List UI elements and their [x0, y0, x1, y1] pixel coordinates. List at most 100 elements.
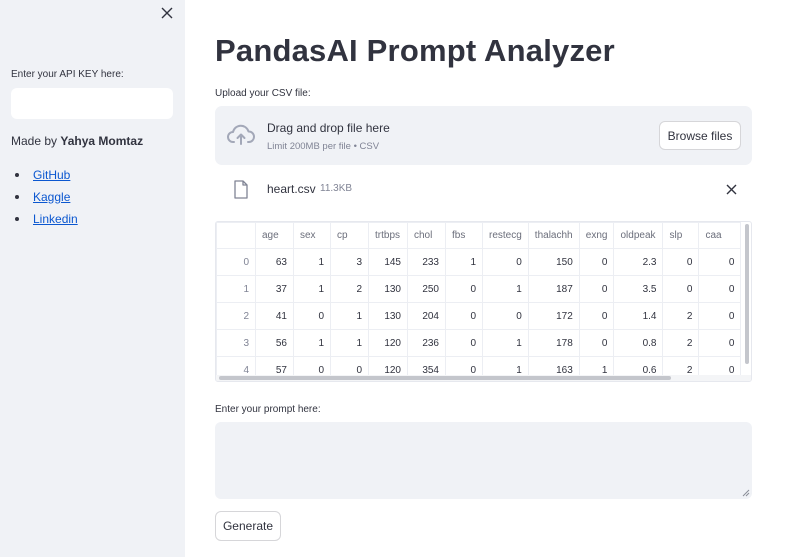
row-index: 2 [216, 302, 256, 330]
column-header[interactable]: exng [578, 222, 615, 249]
table-cell[interactable]: 130 [368, 275, 408, 303]
close-sidebar-button[interactable] [157, 3, 177, 23]
column-header[interactable]: thalachh [527, 222, 580, 249]
table-cell[interactable]: 130 [368, 302, 408, 330]
table-cell[interactable]: 172 [527, 302, 580, 330]
table-cell[interactable]: 3 [330, 248, 369, 276]
table-cell[interactable]: 233 [407, 248, 446, 276]
file-icon [234, 180, 248, 199]
api-key-label: Enter your API KEY here: [11, 69, 124, 80]
horizontal-scrollbar[interactable] [219, 376, 671, 380]
column-header[interactable]: fbs [445, 222, 483, 249]
linkedin-link[interactable]: Linkedin [33, 212, 78, 226]
table-cell[interactable]: 0 [482, 248, 529, 276]
prompt-textarea[interactable] [215, 422, 752, 499]
file-name: heart.csv [267, 182, 316, 196]
table-cell[interactable]: 1 [482, 329, 529, 357]
list-item: Kaggle [15, 186, 78, 208]
table-cell[interactable]: 2.3 [613, 248, 664, 276]
table-cell[interactable]: 1 [330, 302, 369, 330]
table-cell[interactable]: 0 [445, 329, 483, 357]
table-row: 3 56 1 1 120 236 0 1 178 0 0.8 2 0 [216, 329, 742, 357]
column-header[interactable]: trtbps [368, 222, 408, 249]
table-cell[interactable]: 187 [527, 275, 580, 303]
table-cell[interactable]: 2 [662, 302, 700, 330]
table-cell[interactable]: 0.8 [613, 329, 664, 357]
uploaded-file: heart.csv 11.3KB [215, 175, 752, 203]
table-cell[interactable]: 0 [578, 329, 615, 357]
column-header[interactable]: slp [662, 222, 700, 249]
table-cell[interactable]: 0 [578, 275, 615, 303]
table-row: 2 41 0 1 130 204 0 0 172 0 1.4 2 0 [216, 302, 742, 330]
table-cell[interactable]: 145 [368, 248, 408, 276]
table-cell[interactable]: 0 [293, 302, 331, 330]
table-cell[interactable]: 0 [698, 275, 742, 303]
column-header[interactable] [216, 222, 256, 249]
generate-button[interactable]: Generate [215, 511, 281, 541]
list-item: Linkedin [15, 208, 78, 230]
table-row: 0 63 1 3 145 233 1 0 150 0 2.3 0 0 [216, 248, 742, 276]
file-dropzone[interactable]: Drag and drop file here Limit 200MB per … [215, 106, 752, 165]
table-cell[interactable]: 150 [527, 248, 580, 276]
column-header[interactable]: caa [698, 222, 742, 249]
upload-label: Upload your CSV file: [215, 88, 311, 99]
table-cell[interactable]: 1 [293, 275, 331, 303]
dropzone-title: Drag and drop file here [267, 121, 390, 135]
table-cell[interactable]: 178 [527, 329, 580, 357]
table-cell[interactable]: 41 [255, 302, 294, 330]
table-cell[interactable]: 204 [407, 302, 446, 330]
column-header[interactable]: sex [293, 222, 331, 249]
column-header[interactable]: restecg [482, 222, 529, 249]
bullet-icon [15, 195, 19, 199]
table-cell[interactable]: 63 [255, 248, 294, 276]
data-table[interactable]: age sex cp trtbps chol fbs restecg thala… [215, 221, 752, 382]
table-cell[interactable]: 0 [445, 302, 483, 330]
column-header[interactable]: age [255, 222, 294, 249]
table-cell[interactable]: 0 [578, 302, 615, 330]
file-size: 11.3KB [320, 183, 353, 194]
column-header[interactable]: cp [330, 222, 369, 249]
table-cell[interactable]: 2 [330, 275, 369, 303]
table-header-row: age sex cp trtbps chol fbs restecg thala… [216, 222, 742, 249]
table-cell[interactable]: 120 [368, 329, 408, 357]
table-cell[interactable]: 2 [662, 329, 700, 357]
remove-file-button[interactable] [723, 181, 739, 197]
table-cell[interactable]: 0 [445, 275, 483, 303]
cloud-upload-icon [227, 124, 255, 145]
table-cell[interactable]: 1 [482, 275, 529, 303]
dropzone-limit: Limit 200MB per file • CSV [267, 141, 380, 152]
github-link[interactable]: GitHub [33, 168, 70, 182]
author-name: Yahya Momtaz [60, 134, 144, 148]
table-cell[interactable]: 37 [255, 275, 294, 303]
table-cell[interactable]: 1 [330, 329, 369, 357]
table-cell[interactable]: 0 [698, 248, 742, 276]
vertical-scrollbar[interactable] [745, 224, 749, 364]
browse-files-button[interactable]: Browse files [659, 121, 741, 150]
table-cell[interactable]: 0 [698, 302, 742, 330]
api-key-input[interactable] [11, 88, 173, 119]
list-item: GitHub [15, 164, 78, 186]
table-cell[interactable]: 1 [293, 329, 331, 357]
table-cell[interactable]: 1 [293, 248, 331, 276]
table-cell[interactable]: 1 [445, 248, 483, 276]
resize-grip-icon[interactable] [742, 489, 750, 497]
dataframe: age sex cp trtbps chol fbs restecg thala… [216, 222, 742, 381]
made-by-prefix: Made by [11, 134, 58, 148]
table-cell[interactable]: 1.4 [613, 302, 664, 330]
column-header[interactable]: oldpeak [613, 222, 664, 249]
table-cell[interactable]: 0 [698, 329, 742, 357]
table-cell[interactable]: 236 [407, 329, 446, 357]
table-row: 1 37 1 2 130 250 0 1 187 0 3.5 0 0 [216, 275, 742, 303]
table-cell[interactable]: 0 [482, 302, 529, 330]
column-header[interactable]: chol [407, 222, 446, 249]
sidebar: Enter your API KEY here: Made by Yahya M… [0, 0, 185, 557]
table-cell[interactable]: 56 [255, 329, 294, 357]
table-cell[interactable]: 0 [578, 248, 615, 276]
kaggle-link[interactable]: Kaggle [33, 190, 70, 204]
table-cell[interactable]: 250 [407, 275, 446, 303]
close-icon [161, 7, 173, 19]
table-cell[interactable]: 3.5 [613, 275, 664, 303]
row-index: 3 [216, 329, 256, 357]
table-cell[interactable]: 0 [662, 248, 700, 276]
table-cell[interactable]: 0 [662, 275, 700, 303]
